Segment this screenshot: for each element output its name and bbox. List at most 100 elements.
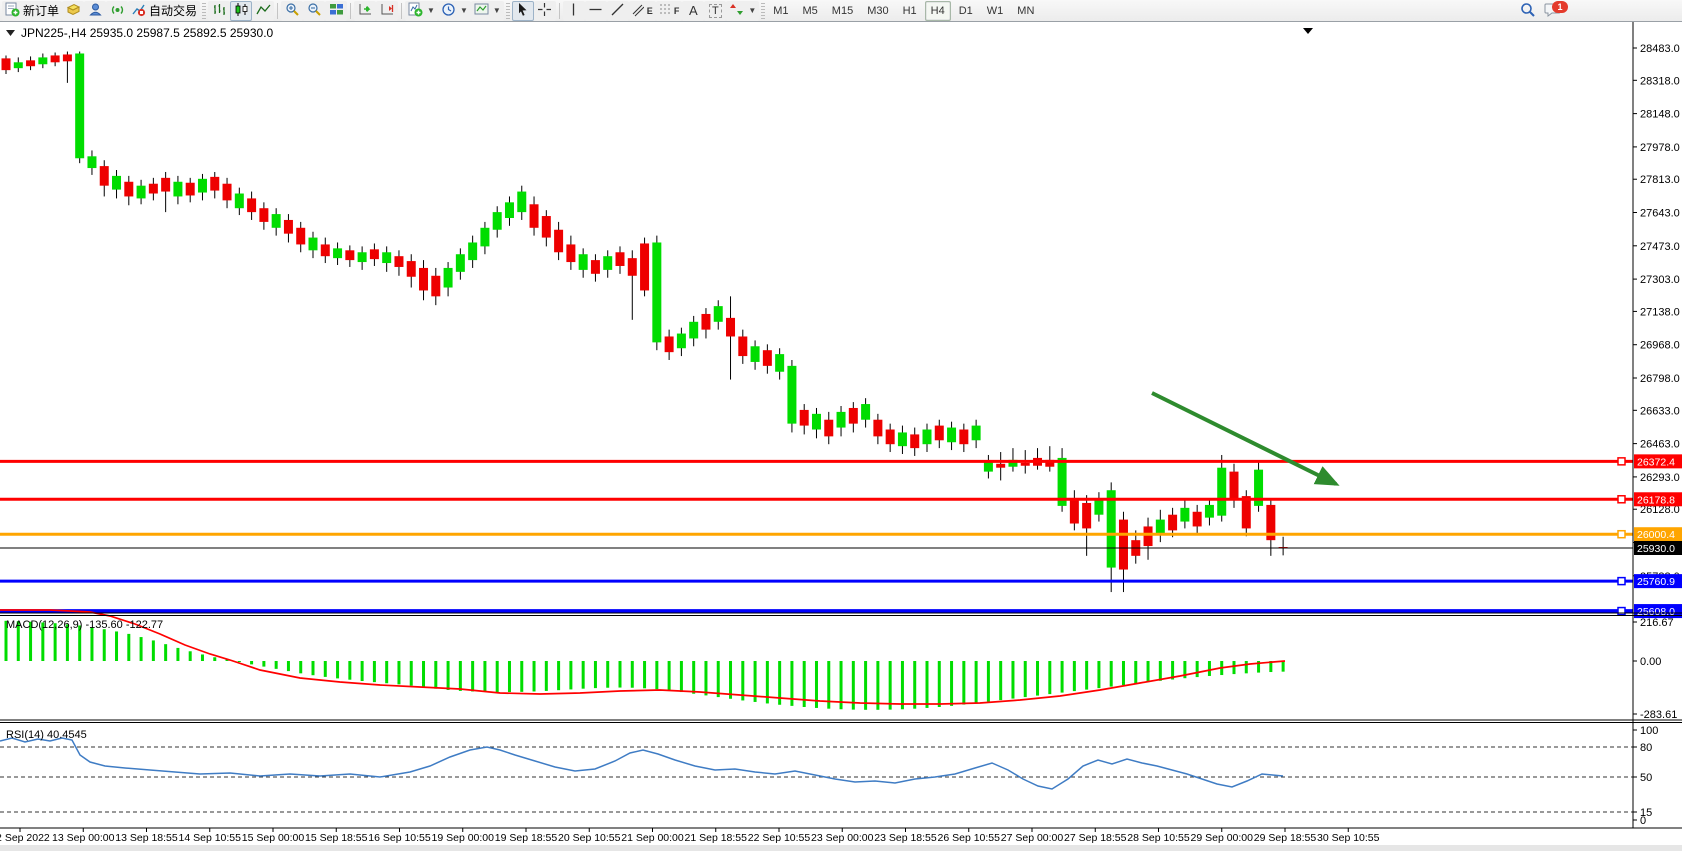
text-button[interactable]: A: [682, 1, 704, 21]
macd-histogram-bar: [115, 631, 118, 661]
time-label[interactable]: 29 Sep 18:55: [1254, 832, 1317, 844]
zoom-out-button[interactable]: [303, 1, 325, 21]
candle-body: [1070, 498, 1079, 523]
horizontal-line-button[interactable]: [585, 1, 607, 21]
candlestick-chart-button[interactable]: [230, 1, 252, 21]
candle-body: [333, 248, 342, 258]
zoom-out-icon: [307, 2, 322, 20]
periods-button[interactable]: ▼: [438, 1, 471, 21]
macd-histogram-bar: [889, 661, 892, 710]
indicators-button[interactable]: ▼: [405, 1, 438, 21]
candle-body: [112, 176, 121, 190]
toolbar-separator: [559, 3, 560, 19]
price-tick-label: 27303.0: [1640, 274, 1680, 286]
time-label[interactable]: 23 Sep 18:55: [874, 832, 937, 844]
tile-windows-button[interactable]: [325, 1, 347, 21]
macd-histogram-bar: [152, 640, 155, 661]
equidistant-channel-button[interactable]: E: [629, 1, 656, 21]
time-label[interactable]: 15 Sep 18:55: [305, 832, 368, 844]
hline-marker[interactable]: [1618, 531, 1625, 538]
tf-M5[interactable]: M5: [797, 1, 824, 21]
macd-panel: MACD(12,26,9) -135.60 -122.77: [0, 610, 1285, 710]
hline-marker[interactable]: [1618, 458, 1625, 465]
auto-scroll-button[interactable]: [354, 1, 376, 21]
time-label[interactable]: 23 Sep 00:00: [811, 832, 874, 844]
navigator-button[interactable]: [106, 1, 128, 21]
macd-label: MACD(12,26,9) -135.60 -122.77: [6, 619, 163, 631]
chart-canvas[interactable]: JPN225-,H4 25935.0 25987.5 25892.5 25930…: [0, 22, 1682, 851]
chart-shift-icon: [380, 2, 395, 20]
time-label[interactable]: 26 Sep 10:55: [938, 832, 1001, 844]
time-label[interactable]: 27 Sep 18:55: [1064, 832, 1127, 844]
macd-histogram-bar: [1085, 661, 1088, 690]
tf-MN[interactable]: MN: [1011, 1, 1040, 21]
time-label[interactable]: 30 Sep 10:55: [1317, 832, 1380, 844]
templates-button[interactable]: ▼: [471, 1, 504, 21]
time-label[interactable]: 21 Sep 18:55: [685, 832, 748, 844]
bar-chart-button[interactable]: [208, 1, 230, 21]
person-icon: [88, 2, 103, 20]
macd-histogram-bar: [1024, 661, 1027, 697]
time-label[interactable]: 14 Sep 10:55: [179, 832, 242, 844]
fibonacci-button[interactable]: F: [656, 1, 683, 21]
time-label[interactable]: 29 Sep 00:00: [1191, 832, 1254, 844]
text-label-button[interactable]: T: [704, 1, 726, 21]
trend-arrow[interactable]: [1152, 393, 1336, 484]
candle-body: [51, 55, 60, 62]
tf-M30[interactable]: M30: [861, 1, 894, 21]
tf-W1[interactable]: W1: [981, 1, 1010, 21]
toolbar: 新订单 自动交易 ▼ ▼ ▼ E F A T ▼: [0, 0, 1682, 22]
new-order-button[interactable]: 新订单: [2, 1, 62, 21]
time-label[interactable]: 15 Sep 00:00: [242, 832, 305, 844]
crosshair-button[interactable]: [534, 1, 556, 21]
vertical-line-button[interactable]: [563, 1, 585, 21]
hline-marker[interactable]: [1618, 578, 1625, 585]
cursor-button[interactable]: [512, 1, 534, 21]
time-label[interactable]: 21 Sep 00:00: [621, 832, 684, 844]
time-label[interactable]: 13 Sep 00:00: [52, 832, 115, 844]
time-label[interactable]: 22 Sep 10:55: [748, 832, 811, 844]
time-axis[interactable]: 12 Sep 202213 Sep 00:0013 Sep 18:5514 Se…: [0, 828, 1380, 844]
candle-body: [542, 216, 551, 238]
time-label[interactable]: 16 Sep 10:55: [368, 832, 431, 844]
time-label[interactable]: 27 Sep 00:00: [1001, 832, 1064, 844]
symbol-dropdown-icon[interactable]: [6, 30, 15, 36]
time-label[interactable]: 28 Sep 10:55: [1127, 832, 1190, 844]
time-label[interactable]: 19 Sep 00:00: [432, 832, 495, 844]
zoom-in-button[interactable]: [281, 1, 303, 21]
macd-histogram-bar: [496, 661, 499, 692]
tf-H1[interactable]: H1: [897, 1, 923, 21]
candle-body: [714, 306, 723, 322]
price-tick-label: 27138.0: [1640, 306, 1680, 318]
tf-M15[interactable]: M15: [826, 1, 859, 21]
line-chart-button[interactable]: [252, 1, 274, 21]
tf-D1[interactable]: D1: [953, 1, 979, 21]
chart-shift-button[interactable]: [376, 1, 398, 21]
trendline-button[interactable]: [607, 1, 629, 21]
search-icon[interactable]: [1520, 2, 1536, 21]
candle-body: [1242, 496, 1251, 528]
time-label[interactable]: 12 Sep 2022: [0, 832, 50, 844]
time-label[interactable]: 13 Sep 18:55: [115, 832, 178, 844]
arrows-button[interactable]: ▼: [726, 1, 759, 21]
shift-marker-icon[interactable]: [1303, 28, 1313, 34]
candle-body: [873, 420, 882, 437]
macd-histogram-bar: [901, 661, 904, 709]
candle-body: [861, 404, 870, 420]
autotrading-button[interactable]: 自动交易: [128, 1, 200, 21]
tf-M1[interactable]: M1: [767, 1, 794, 21]
time-label[interactable]: 19 Sep 18:55: [495, 832, 558, 844]
price-tick-label: 27813.0: [1640, 174, 1680, 186]
hline-marker[interactable]: [1618, 608, 1625, 615]
macd-histogram-bar: [103, 629, 106, 661]
tf-H4[interactable]: H4: [925, 1, 951, 21]
notifications-button[interactable]: 1: [1544, 2, 1562, 21]
macd-histogram-bar: [680, 661, 683, 692]
time-label[interactable]: 20 Sep 10:55: [558, 832, 621, 844]
data-window-button[interactable]: [84, 1, 106, 21]
rsi-scale-label: 100: [1640, 725, 1658, 737]
hline-marker[interactable]: [1618, 496, 1625, 503]
candle-body: [1193, 512, 1202, 527]
macd-histogram-bar: [361, 661, 364, 681]
market-watch-button[interactable]: [62, 1, 84, 21]
